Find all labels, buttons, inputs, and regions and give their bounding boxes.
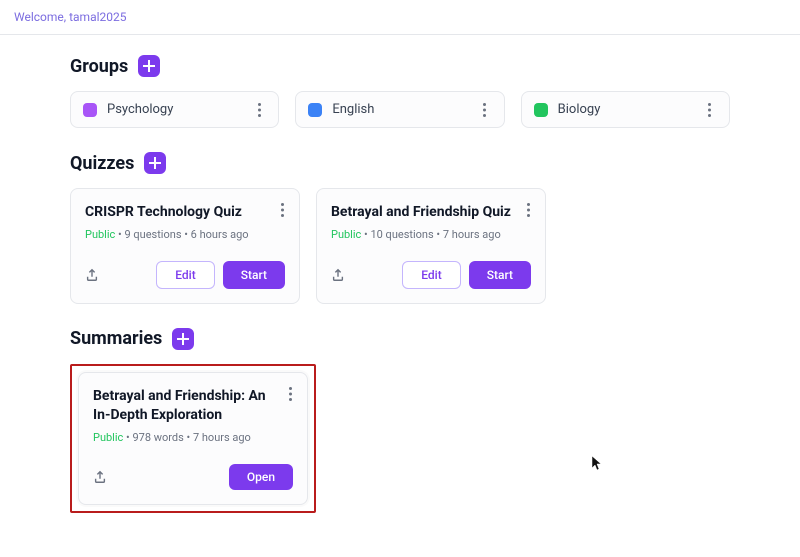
add-group-button[interactable]: [138, 55, 160, 77]
quiz-more-button[interactable]: [521, 203, 535, 217]
visibility-label: Public: [85, 228, 115, 241]
quiz-actions: Edit Start: [85, 261, 285, 289]
summary-meta: Public • 978 words • 7 hours ago: [93, 431, 293, 444]
group-more-button[interactable]: [703, 103, 717, 117]
more-vertical-icon: [281, 203, 284, 217]
start-button[interactable]: Start: [469, 261, 531, 289]
summaries-header: Summaries: [70, 328, 730, 350]
quiz-meta-text: 9 questions • 6 hours ago: [124, 228, 248, 241]
open-button[interactable]: Open: [229, 464, 293, 490]
group-more-button[interactable]: [478, 103, 492, 117]
quiz-card: CRISPR Technology Quiz Public • 9 questi…: [70, 188, 300, 304]
quiz-card: Betrayal and Friendship Quiz Public • 10…: [316, 188, 546, 304]
plus-icon: [149, 157, 161, 169]
visibility-label: Public: [331, 228, 361, 241]
main-container: Groups Psychology English: [0, 35, 800, 557]
quiz-title: Betrayal and Friendship Quiz: [331, 203, 531, 222]
group-card-biology[interactable]: Biology: [521, 91, 730, 128]
quiz-actions: Edit Start: [331, 261, 531, 289]
share-button[interactable]: [85, 268, 99, 282]
share-icon: [331, 268, 345, 282]
share-button[interactable]: [331, 268, 345, 282]
plus-icon: [143, 60, 155, 72]
more-vertical-icon: [289, 387, 292, 401]
quizzes-title: Quizzes: [70, 153, 134, 174]
quiz-title: CRISPR Technology Quiz: [85, 203, 285, 222]
groups-header: Groups: [70, 55, 730, 77]
group-name: Psychology: [107, 102, 173, 117]
summary-actions: Open: [93, 464, 293, 490]
quiz-more-button[interactable]: [275, 203, 289, 217]
edit-button[interactable]: Edit: [156, 261, 214, 289]
group-color-swatch: [308, 103, 322, 117]
more-vertical-icon: [708, 103, 711, 117]
summary-meta-text: 978 words • 7 hours ago: [132, 431, 250, 444]
share-icon: [93, 470, 107, 484]
quiz-meta-text: 10 questions • 7 hours ago: [370, 228, 500, 241]
summaries-title: Summaries: [70, 328, 162, 349]
start-button[interactable]: Start: [223, 261, 285, 289]
groups-title: Groups: [70, 56, 128, 77]
more-vertical-icon: [483, 103, 486, 117]
quiz-meta: Public • 10 questions • 7 hours ago: [331, 228, 531, 241]
edit-button[interactable]: Edit: [402, 261, 460, 289]
group-color-swatch: [534, 103, 548, 117]
group-more-button[interactable]: [252, 103, 266, 117]
share-button[interactable]: [93, 470, 107, 484]
highlighted-summary-wrap: Betrayal and Friendship: An In-Depth Exp…: [70, 364, 316, 513]
group-card-english[interactable]: English: [295, 91, 504, 128]
summaries-row: Betrayal and Friendship: An In-Depth Exp…: [70, 364, 730, 513]
groups-row: Psychology English Biology: [70, 91, 730, 128]
quizzes-section: Quizzes CRISPR Technology Quiz Public • …: [70, 152, 730, 304]
topbar: Welcome, tamal2025: [0, 0, 800, 35]
quiz-meta: Public • 9 questions • 6 hours ago: [85, 228, 285, 241]
add-summary-button[interactable]: [172, 328, 194, 350]
cursor-icon: [592, 456, 604, 472]
group-name: English: [332, 102, 374, 117]
visibility-label: Public: [93, 431, 123, 444]
more-vertical-icon: [258, 103, 261, 117]
group-color-swatch: [83, 103, 97, 117]
summary-title: Betrayal and Friendship: An In-Depth Exp…: [93, 387, 293, 425]
group-name: Biology: [558, 102, 601, 117]
plus-icon: [177, 333, 189, 345]
more-vertical-icon: [527, 203, 530, 217]
summary-card: Betrayal and Friendship: An In-Depth Exp…: [78, 372, 308, 505]
groups-section: Groups Psychology English: [70, 55, 730, 128]
welcome-text: Welcome, tamal2025: [14, 10, 127, 24]
summary-more-button[interactable]: [283, 387, 297, 401]
share-icon: [85, 268, 99, 282]
group-card-psychology[interactable]: Psychology: [70, 91, 279, 128]
quizzes-row: CRISPR Technology Quiz Public • 9 questi…: [70, 188, 730, 304]
quizzes-header: Quizzes: [70, 152, 730, 174]
summaries-section: Summaries Betrayal and Friendship: An In…: [70, 328, 730, 513]
add-quiz-button[interactable]: [144, 152, 166, 174]
